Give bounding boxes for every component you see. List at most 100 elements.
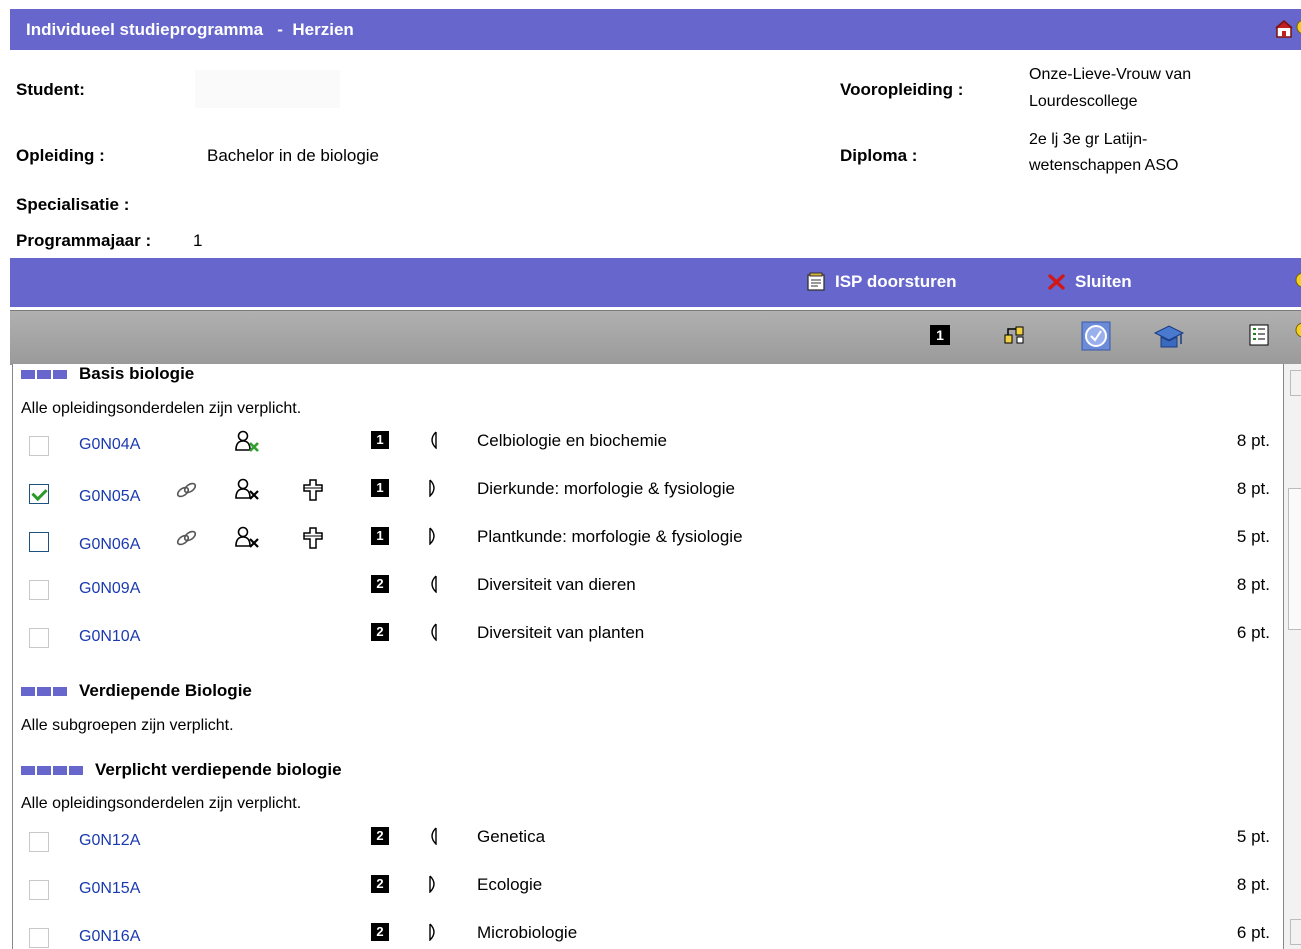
- chain-link-icon: [176, 530, 197, 546]
- course-list[interactable]: Basis biologie Alle opleidingsonderdelen…: [12, 364, 1284, 949]
- course-checkbox[interactable]: [29, 580, 49, 600]
- course-name: Diversiteit van dieren: [477, 575, 636, 594]
- vooropleiding-value-line2: Lourdescollege: [1029, 93, 1138, 110]
- list-view-icon[interactable]: [1248, 323, 1272, 347]
- half-right-icon: [429, 923, 435, 941]
- course-checkbox[interactable]: [29, 484, 49, 504]
- course-checkbox[interactable]: [29, 880, 49, 900]
- half-right-icon: [429, 479, 435, 497]
- group-note: Alle subgroepen zijn verplicht.: [21, 717, 234, 734]
- semester-badge: 2: [371, 623, 389, 641]
- help-bulb-icon[interactable]: [1295, 20, 1301, 38]
- action-bar: ISP doorsturen Sluiten: [10, 258, 1301, 307]
- vooropleiding-label: Vooropleiding :: [840, 80, 964, 99]
- scrollbar-thumb[interactable]: [1288, 488, 1301, 630]
- page-title: Individueel studieprogramma - Herzien: [26, 19, 354, 39]
- group-header-verplicht-verdiepende-biologie: Verplicht verdiepende biologie: [21, 760, 342, 780]
- course-name: Celbiologie en biochemie: [477, 431, 667, 450]
- group-level-indicator: [21, 765, 83, 775]
- sluiten-button[interactable]: Sluiten: [1047, 272, 1132, 292]
- half-right-icon: [429, 875, 435, 893]
- course-points: 8 pt.: [1236, 431, 1270, 450]
- semester-badge: 2: [371, 875, 389, 893]
- group-level-indicator: [21, 369, 67, 379]
- prerequisite-icon[interactable]: [1003, 323, 1027, 347]
- scroll-up-arrow[interactable]: [1290, 370, 1301, 396]
- person-remove-icon: [235, 526, 259, 548]
- course-name: Genetica: [477, 827, 546, 846]
- course-code-link[interactable]: G0N12A: [79, 832, 140, 850]
- help-bulb-icon[interactable]: [1293, 272, 1301, 292]
- programmajaar-value: 1: [193, 231, 203, 250]
- diploma-value-line2: wetenschappen ASO: [1029, 157, 1179, 174]
- course-checkbox[interactable]: [29, 928, 49, 948]
- isp-doorsturen-label: ISP doorsturen: [835, 272, 957, 291]
- semester-badge: 1: [371, 479, 389, 497]
- course-checkbox[interactable]: [29, 532, 49, 552]
- column-toolbar: 1: [10, 310, 1301, 365]
- diploma-value-line1: 2e lj 3e gr Latijn-: [1029, 131, 1148, 148]
- specialisatie-label: Specialisatie :: [16, 195, 130, 214]
- group-title: Verdiepende Biologie: [79, 681, 252, 700]
- course-code-link[interactable]: G0N15A: [79, 880, 140, 898]
- course-points: 6 pt.: [1236, 623, 1270, 642]
- programmajaar-label: Programmajaar :: [16, 231, 152, 250]
- course-checkbox[interactable]: [29, 832, 49, 852]
- table-row: G0N15A 2 Ecologie 8 pt.: [13, 870, 1284, 910]
- table-row: G0N10A 2 Diversiteit van planten 6 pt.: [13, 618, 1284, 658]
- isp-doorsturen-button[interactable]: ISP doorsturen: [805, 272, 957, 292]
- send-notepad-icon: [807, 272, 825, 291]
- scroll-down-arrow[interactable]: [1290, 919, 1301, 945]
- semester-badge: 2: [371, 923, 389, 941]
- half-left-icon: [431, 575, 437, 593]
- group-header-verdiepende-biologie: Verdiepende Biologie: [21, 681, 252, 701]
- group-header-basis-biologie: Basis biologie: [21, 364, 194, 384]
- course-points: 8 pt.: [1236, 875, 1270, 894]
- person-remove-icon: [235, 478, 259, 500]
- half-left-icon: [431, 623, 437, 641]
- puzzle-icon: [303, 527, 323, 549]
- course-points: 6 pt.: [1236, 923, 1270, 942]
- table-row: G0N12A 2 Genetica 5 pt.: [13, 822, 1284, 862]
- course-points: 5 pt.: [1236, 827, 1270, 846]
- vertical-scrollbar[interactable]: [1283, 364, 1301, 949]
- title-bar: Individueel studieprogramma - Herzien: [10, 9, 1301, 50]
- course-checkbox[interactable]: [29, 628, 49, 648]
- course-checkbox[interactable]: [29, 436, 49, 456]
- vooropleiding-value-line1: Onze-Lieve-Vrouw van: [1029, 66, 1192, 83]
- semester-filter-button[interactable]: 1: [930, 325, 950, 345]
- table-row: G0N16A 2 Microbiologie 6 pt.: [13, 918, 1284, 949]
- student-value: [195, 70, 340, 108]
- course-name: Ecologie: [477, 875, 543, 894]
- table-row: G0N05A 1 Dierkunde: morfologie & fysiolo…: [13, 474, 1284, 514]
- half-right-icon: [429, 527, 435, 545]
- chain-link-icon: [176, 482, 197, 498]
- course-code-link[interactable]: G0N05A: [79, 488, 140, 506]
- student-label: Student:: [16, 80, 85, 99]
- table-row: G0N04A 1 Celbiologie en biochemie 8 pt.: [13, 426, 1284, 466]
- course-name: Diversiteit van planten: [477, 623, 645, 642]
- diploma-label: Diploma :: [840, 146, 918, 165]
- graduation-cap-icon[interactable]: [1153, 323, 1185, 351]
- home-icon[interactable]: [1275, 20, 1293, 38]
- semester-badge: 2: [371, 575, 389, 593]
- person-remove-icon: [235, 430, 259, 452]
- half-left-icon: [431, 431, 437, 449]
- semester-badge: 2: [371, 827, 389, 845]
- course-code-link[interactable]: G0N06A: [79, 536, 140, 554]
- course-code-link[interactable]: G0N04A: [79, 436, 140, 454]
- course-code-link[interactable]: G0N09A: [79, 580, 140, 598]
- course-name: Plantkunde: morfologie & fysiologie: [477, 527, 743, 546]
- group-level-indicator: [21, 686, 67, 696]
- course-code-link[interactable]: G0N10A: [79, 628, 140, 646]
- semester-badge: 1: [371, 431, 389, 449]
- close-icon: [1048, 274, 1065, 290]
- table-row: G0N06A 1 Plantkunde: morfologie & fysiol…: [13, 522, 1284, 562]
- clock-icon[interactable]: [1081, 321, 1111, 351]
- course-points: 5 pt.: [1236, 527, 1270, 546]
- group-title: Basis biologie: [79, 364, 195, 383]
- half-left-icon: [431, 827, 437, 845]
- help-bulb-icon[interactable]: [1293, 321, 1301, 343]
- course-points: 8 pt.: [1236, 479, 1270, 498]
- course-code-link[interactable]: G0N16A: [79, 928, 140, 946]
